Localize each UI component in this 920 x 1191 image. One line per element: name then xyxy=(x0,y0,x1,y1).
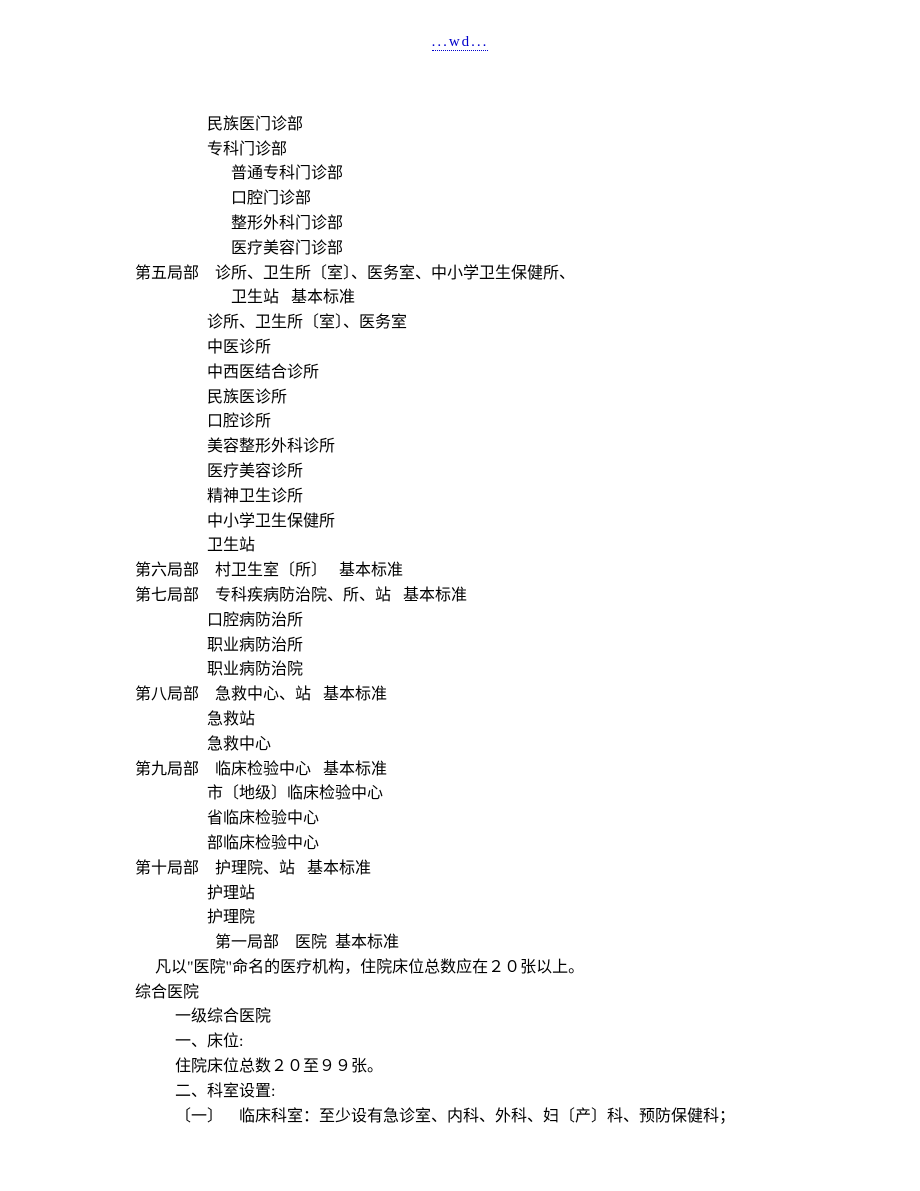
text-line: 中医诊所 xyxy=(135,336,855,361)
text-line: 第五局部 诊所、卫生所〔室〕、医务室、中小学卫生保健所、 xyxy=(135,262,855,287)
text-line: 职业病防治院 xyxy=(135,658,855,683)
text-line: 市〔地级〕临床检验中心 xyxy=(135,782,855,807)
text-line: 第十局部 护理院、站 基本标准 xyxy=(135,857,855,882)
text-line: 口腔诊所 xyxy=(135,410,855,435)
text-line: 部临床检验中心 xyxy=(135,832,855,857)
text-line: 护理院 xyxy=(135,906,855,931)
text-line: 护理站 xyxy=(135,882,855,907)
header: ...wd... xyxy=(0,30,920,55)
document-page: ...wd... 民族医门诊部 专科门诊部 普通专科门诊部 口腔门诊部 整形外科… xyxy=(0,0,920,1191)
text-line: 美容整形外科诊所 xyxy=(135,435,855,460)
text-line: 〔一〕 临床科室：至少设有急诊室、内科、外科、妇〔产〕科、预防保健科； xyxy=(135,1105,855,1130)
text-line: 诊所、卫生所〔室〕、医务室 xyxy=(135,311,855,336)
text-line: 急救站 xyxy=(135,708,855,733)
header-link[interactable]: ...wd... xyxy=(432,34,489,51)
text-line: 专科门诊部 xyxy=(135,138,855,163)
text-line: 二、科室设置: xyxy=(135,1080,855,1105)
text-line: 综合医院 xyxy=(135,981,855,1006)
text-line: 医疗美容门诊部 xyxy=(135,237,855,262)
text-line: 普通专科门诊部 xyxy=(135,162,855,187)
text-line: 中西医结合诊所 xyxy=(135,361,855,386)
text-line: 急救中心 xyxy=(135,733,855,758)
text-line: 一、床位: xyxy=(135,1030,855,1055)
text-line: 第八局部 急救中心、站 基本标准 xyxy=(135,683,855,708)
text-line: 一级综合医院 xyxy=(135,1005,855,1030)
text-line: 第六局部 村卫生室〔所〕 基本标准 xyxy=(135,559,855,584)
text-line: 中小学卫生保健所 xyxy=(135,510,855,535)
text-line: 职业病防治所 xyxy=(135,634,855,659)
text-line: 卫生站 基本标准 xyxy=(135,286,855,311)
text-line: 民族医门诊部 xyxy=(135,113,855,138)
text-line: 省临床检验中心 xyxy=(135,807,855,832)
text-line: 第一局部 医院 基本标准 xyxy=(135,931,855,956)
text-line: 卫生站 xyxy=(135,534,855,559)
text-line: 口腔病防治所 xyxy=(135,609,855,634)
text-line: 民族医诊所 xyxy=(135,386,855,411)
text-line: 凡以"医院"命名的医疗机构，住院床位总数应在２０张以上。 xyxy=(135,956,855,981)
text-line: 第七局部 专科疾病防治院、所、站 基本标准 xyxy=(135,584,855,609)
text-line: 整形外科门诊部 xyxy=(135,212,855,237)
text-line: 医疗美容诊所 xyxy=(135,460,855,485)
text-line: 精神卫生诊所 xyxy=(135,485,855,510)
text-line: 住院床位总数２０至９９张。 xyxy=(135,1055,855,1080)
text-line: 口腔门诊部 xyxy=(135,187,855,212)
document-body: 民族医门诊部 专科门诊部 普通专科门诊部 口腔门诊部 整形外科门诊部 医疗美容门… xyxy=(135,113,855,1130)
text-line: 第九局部 临床检验中心 基本标准 xyxy=(135,758,855,783)
